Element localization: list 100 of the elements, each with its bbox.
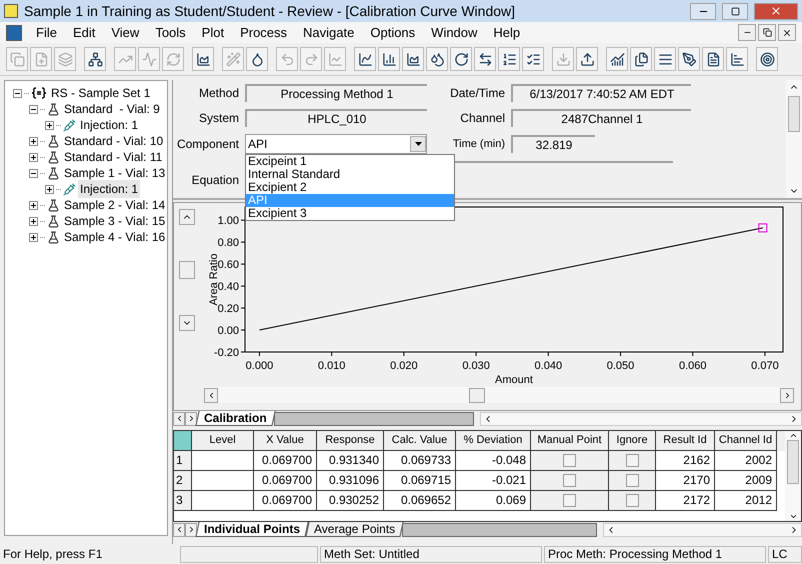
scroll-thumb[interactable]	[788, 96, 800, 132]
vertical-scrollbar[interactable]	[785, 431, 801, 521]
lines-button[interactable]	[654, 47, 676, 71]
bar-chart-button[interactable]	[726, 47, 748, 71]
dropdown-option[interactable]: Excipeint 1	[246, 155, 454, 168]
sheet-tab[interactable]: Individual Points	[195, 522, 309, 537]
tree-item[interactable]: Standard - Vial: 9	[62, 100, 162, 118]
table-cell: 2170	[656, 471, 715, 491]
tree-item[interactable]: Standard - Vial: 11	[62, 148, 164, 166]
column-header[interactable]: Level	[192, 431, 254, 451]
menu-item[interactable]: Process	[232, 22, 296, 42]
sheet-tab[interactable]: Average Points	[305, 522, 404, 537]
horizontal-scrollbar[interactable]	[204, 387, 794, 403]
maximize-button[interactable]	[722, 2, 748, 20]
expand-icon[interactable]	[29, 152, 38, 162]
scroll-left-button[interactable]	[204, 388, 218, 402]
horizontal-scrollbar[interactable]	[480, 412, 802, 426]
tree-item[interactable]: Sample 3 - Vial: 15	[62, 212, 168, 230]
readonly-field: 2487Channel 1	[511, 109, 691, 127]
scroll-right-button[interactable]	[185, 522, 197, 536]
document-button[interactable]	[702, 47, 724, 71]
expand-icon[interactable]	[45, 120, 54, 130]
column-header[interactable]: Response	[317, 431, 384, 451]
restore-button[interactable]	[758, 24, 776, 41]
tick-label: 0.030	[462, 360, 490, 372]
collapse-icon[interactable]	[29, 168, 38, 178]
scroll-up-button[interactable]	[179, 209, 195, 225]
tree-item[interactable]: Sample 1 - Vial: 13	[62, 164, 168, 182]
scroll-left-button[interactable]	[173, 522, 185, 536]
menu-item[interactable]: Tools	[147, 22, 194, 42]
vertical-scrollbar[interactable]	[786, 80, 802, 198]
dropdown-option[interactable]: Excipient 2	[246, 181, 454, 194]
menu-item[interactable]: Edit	[64, 22, 104, 42]
expand-icon[interactable]	[29, 216, 38, 226]
scroll-down-icon[interactable]	[788, 512, 798, 521]
close-button[interactable]	[754, 2, 798, 20]
close-button[interactable]	[778, 24, 796, 41]
tree-item[interactable]: RS - Sample Set 1	[49, 84, 152, 102]
chart-button[interactable]	[606, 47, 628, 71]
horizontal-scrollbar[interactable]	[603, 522, 802, 536]
checkbox[interactable]	[626, 474, 638, 487]
scroll-right-button[interactable]	[780, 388, 794, 402]
area-chart-button[interactable]	[402, 47, 424, 71]
scroll-right-button[interactable]	[185, 412, 197, 426]
arrows-button[interactable]	[474, 47, 496, 71]
column-chart-icon	[382, 52, 396, 66]
table-cell: 0.931340	[317, 451, 384, 471]
column-chart-button[interactable]	[378, 47, 400, 71]
scroll-thumb[interactable]	[787, 440, 799, 484]
field-label: Equation	[190, 172, 239, 189]
expand-icon[interactable]	[29, 232, 38, 242]
upload-button[interactable]	[576, 47, 598, 71]
scroll-left-button[interactable]	[173, 412, 185, 426]
column-header[interactable]: X Value	[254, 431, 317, 451]
collapse-icon[interactable]	[29, 104, 38, 114]
menu-item[interactable]: Plot	[194, 22, 232, 42]
menu-item[interactable]: Window	[423, 22, 486, 42]
column-header[interactable]: % Deviation	[456, 431, 531, 451]
menu-item[interactable]: View	[103, 22, 148, 42]
area-chart-button[interactable]	[192, 47, 214, 71]
checkbox[interactable]	[626, 494, 638, 507]
expand-icon[interactable]	[45, 184, 54, 194]
tree-item[interactable]: Injection: 1	[78, 180, 140, 198]
droplet-button[interactable]	[246, 47, 268, 71]
menu-item[interactable]: Options	[362, 22, 424, 42]
menu-item[interactable]: Navigate	[295, 22, 362, 42]
droplets-button[interactable]	[426, 47, 448, 71]
scroll-thumb[interactable]	[469, 388, 485, 402]
sheet-tab[interactable]: Calibration	[195, 411, 276, 426]
checkbox[interactable]	[563, 494, 576, 507]
checkbox[interactable]	[563, 474, 576, 487]
checklist-button[interactable]	[522, 47, 544, 71]
rotate-button[interactable]	[450, 47, 472, 71]
files-button[interactable]	[630, 47, 652, 71]
scroll-up-icon[interactable]	[788, 431, 798, 440]
pen-button[interactable]	[678, 47, 700, 71]
collapse-icon[interactable]	[13, 88, 22, 98]
column-header[interactable]: Result Id	[656, 431, 715, 451]
tree-item[interactable]: Standard - Vial: 10	[62, 132, 166, 150]
target-button[interactable]	[756, 47, 778, 71]
menu-item[interactable]: Help	[485, 22, 528, 42]
menu-item[interactable]: File	[28, 22, 65, 42]
dropdown-option[interactable]: Excipient 3	[246, 207, 454, 220]
network-button[interactable]	[84, 47, 106, 71]
table-cell: 0.931096	[317, 471, 384, 491]
column-header[interactable]: Channel Id	[715, 431, 777, 451]
checkbox[interactable]	[626, 454, 638, 467]
curve-chart-button[interactable]	[354, 47, 376, 71]
expand-icon[interactable]	[29, 200, 38, 210]
tree-item[interactable]: Injection: 1	[78, 116, 140, 134]
scroll-thumb[interactable]	[179, 261, 195, 279]
dropdown-option[interactable]: Internal Standard	[246, 168, 454, 181]
table-cell: 0.930252	[317, 491, 384, 511]
expand-icon[interactable]	[29, 136, 38, 146]
column-header[interactable]: Calc. Value	[384, 431, 456, 451]
tree-item[interactable]: Sample 4 - Vial: 16	[62, 228, 168, 246]
tree-item[interactable]: Sample 2 - Vial: 14	[62, 196, 168, 214]
scroll-down-button[interactable]	[179, 315, 195, 331]
checkbox[interactable]	[563, 454, 576, 467]
list-button[interactable]	[498, 47, 520, 71]
